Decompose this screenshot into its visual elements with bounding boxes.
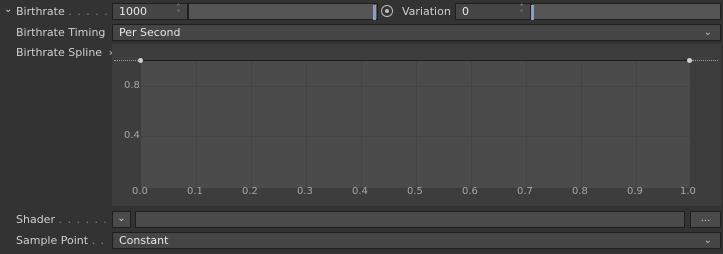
x-tick-0.9: 0.9 xyxy=(627,186,643,197)
sample-point-row: Sample Point . . Constant ⌄ xyxy=(0,232,723,250)
birthrate-label: Birthrate . . . . . . xyxy=(16,5,118,18)
shader-more-button[interactable]: ... xyxy=(690,211,721,228)
birthrate-slider-handle[interactable] xyxy=(373,5,376,20)
birthrate-stepper-icon[interactable]: ˄ ˅ xyxy=(174,4,183,18)
birthrate-timing-row: Birthrate Timing Per Second ⌄ xyxy=(0,24,723,42)
birthrate-input[interactable]: 1000 ˄ ˅ xyxy=(112,3,188,20)
spline-graph[interactable]: 0.8 0.4 0.0 0.1 0.2 0.3 0.4 0.5 0.6 0.7 … xyxy=(112,44,721,206)
collapse-chevron-icon[interactable]: ⌄ xyxy=(4,4,12,15)
variation-value: 0 xyxy=(462,5,469,18)
shader-label: Shader . . . . . . . xyxy=(16,213,117,226)
sample-point-dropdown[interactable]: Constant ⌄ xyxy=(112,232,721,249)
birthrate-spline-row: Birthrate Spline › 0.8 0.4 0.0 0.1 0.2 0… xyxy=(0,44,723,210)
chevron-down-icon: ⌄ xyxy=(703,27,712,38)
chevron-down-icon: ⌄ xyxy=(117,213,126,224)
birthrate-timing-value: Per Second xyxy=(119,26,181,39)
x-tick-0.7: 0.7 xyxy=(517,186,533,197)
x-tick-0.1: 0.1 xyxy=(187,186,203,197)
shader-menu-button[interactable]: ⌄ xyxy=(112,211,131,228)
x-tick-0.5: 0.5 xyxy=(407,186,423,197)
chevron-down-icon: ⌄ xyxy=(703,235,712,246)
x-tick-0.0: 0.0 xyxy=(132,186,148,197)
sample-point-label: Sample Point . . xyxy=(16,234,106,247)
y-tick-0.8: 0.8 xyxy=(124,80,140,91)
x-tick-0.4: 0.4 xyxy=(352,186,368,197)
x-tick-0.2: 0.2 xyxy=(242,186,258,197)
birthrate-spline-label: Birthrate Spline › xyxy=(16,46,113,59)
x-tick-0.3: 0.3 xyxy=(297,186,313,197)
birthrate-timing-dropdown[interactable]: Per Second ⌄ xyxy=(112,24,721,41)
variation-label: Variation xyxy=(402,5,451,18)
spline-plot-area[interactable] xyxy=(138,58,692,188)
birthrate-slider[interactable] xyxy=(188,3,378,20)
x-tick-1.0: 1.0 xyxy=(680,186,696,197)
y-tick-0.4: 0.4 xyxy=(124,130,140,141)
variation-input[interactable]: 0 ˄ ˅ xyxy=(455,3,531,20)
birthrate-timing-label: Birthrate Timing xyxy=(16,26,106,39)
x-tick-0.8: 0.8 xyxy=(572,186,588,197)
variation-slider[interactable] xyxy=(531,3,721,20)
x-tick-0.6: 0.6 xyxy=(462,186,478,197)
spline-curve xyxy=(141,60,690,61)
variation-slider-handle[interactable] xyxy=(531,5,534,20)
shader-row: Shader . . . . . . . ⌄ ... xyxy=(0,211,723,229)
sample-point-value: Constant xyxy=(119,234,169,247)
birthrate-row: ⌄ Birthrate . . . . . . 1000 ˄ ˅ Variatio… xyxy=(0,3,723,21)
animate-toggle-icon[interactable] xyxy=(381,5,393,17)
shader-link-field[interactable] xyxy=(135,211,685,228)
birthrate-value: 1000 xyxy=(119,5,147,18)
variation-stepper-icon[interactable]: ˄ ˅ xyxy=(517,4,526,18)
